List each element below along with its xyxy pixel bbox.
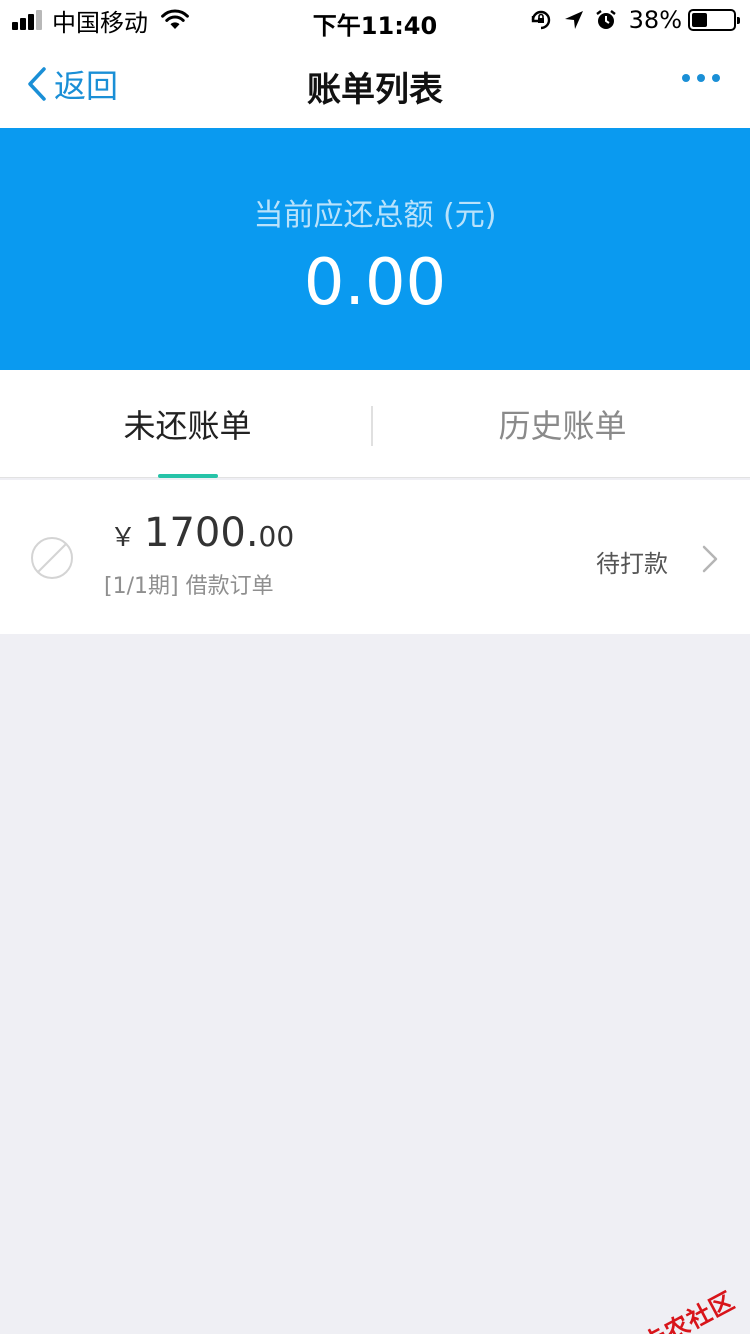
currency-symbol: ￥ [110, 523, 137, 553]
watermark: 卡农社区 [607, 1281, 740, 1334]
tab-divider [371, 406, 373, 446]
location-arrow-icon [564, 11, 583, 29]
bill-tabs: 未还账单 历史账单 [0, 370, 750, 478]
more-dots-icon[interactable] [675, 74, 720, 82]
bill-list-item[interactable]: ￥ 1700. 00 [1/1期] 借款订单 待打款 [0, 480, 750, 634]
amount-integer: 1700. [144, 510, 259, 556]
bill-status: 待打款 [596, 550, 668, 578]
alarm-icon [595, 10, 616, 29]
total-due-label: 当前应还总额 (元) [253, 198, 497, 233]
total-due-amount: 0.00 [303, 246, 447, 320]
amount-decimal: 00 [258, 520, 295, 553]
bill-amount: ￥ 1700. 00 [110, 510, 294, 556]
total-due-panel: 当前应还总额 (元) 0.00 [0, 128, 750, 370]
status-bar-right: 38% [519, 6, 740, 34]
tab-history-bills[interactable]: 历史账单 [375, 370, 750, 478]
tab-unpaid-bills[interactable]: 未还账单 [0, 370, 375, 478]
tab-label: 历史账单 [498, 407, 627, 445]
active-tab-indicator [158, 474, 218, 478]
watermark-text: 卡农社区 [638, 1286, 740, 1334]
tab-label: 未还账单 [123, 407, 252, 445]
navigation-bar: 返回 账单列表 [0, 40, 750, 128]
page-title: 账单列表 [307, 70, 443, 110]
disabled-circle-icon [31, 537, 73, 579]
bill-description: [1/1期] 借款订单 [104, 574, 274, 599]
chevron-right-icon [702, 545, 718, 573]
battery-icon [688, 9, 740, 31]
status-bar: 中国移动 下午11:40 38% [0, 0, 750, 40]
battery-percent: 38% [628, 6, 682, 34]
battery-fill [692, 13, 708, 27]
rotation-lock-icon [531, 10, 550, 30]
